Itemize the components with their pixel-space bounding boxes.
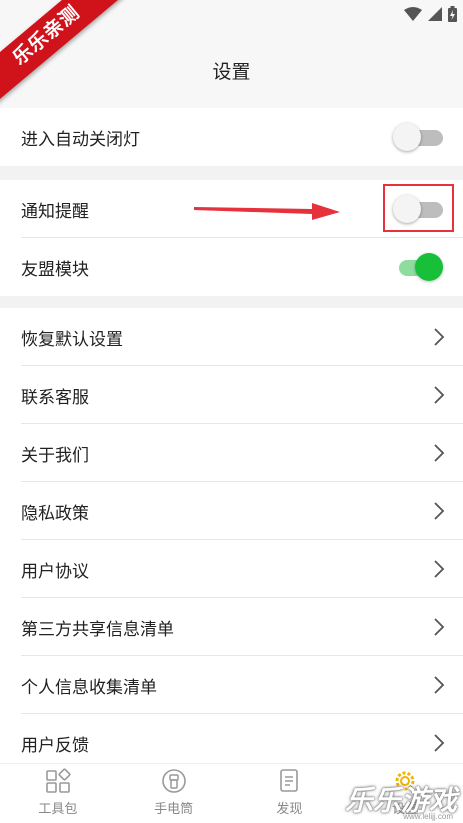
page-title: 设置 <box>212 61 251 83</box>
list-item-privacy-policy[interactable]: 隐私政策 <box>0 482 463 540</box>
signal-icon <box>428 7 442 21</box>
list-item-label: 联系客服 <box>21 387 89 407</box>
chevron-right-icon <box>434 618 445 636</box>
discover-icon <box>280 769 299 792</box>
wifi-icon <box>404 7 422 21</box>
list-item-user-agreement[interactable]: 用户协议 <box>0 540 463 598</box>
chevron-right-icon <box>434 676 445 694</box>
list-item-label: 用户反馈 <box>21 735 89 755</box>
list-item-label: 恢复默认设置 <box>21 329 123 349</box>
page-header: 设置 <box>0 32 463 108</box>
tab-flashlight[interactable]: 手电筒 <box>116 764 232 823</box>
toolkit-icon <box>46 768 71 793</box>
list-item-about-us[interactable]: 关于我们 <box>0 424 463 482</box>
watermark-url: www.lelijj.com <box>403 812 453 821</box>
list-item-restore-defaults[interactable]: 恢复默认设置 <box>0 308 463 366</box>
tab-label: 工具包 <box>38 801 78 816</box>
chevron-right-icon <box>434 328 445 346</box>
auto-off-light-toggle[interactable] <box>393 122 445 152</box>
list-item-label: 个人信息收集清单 <box>21 677 157 697</box>
flashlight-icon <box>161 769 186 793</box>
chevron-right-icon <box>434 386 445 404</box>
tab-label: 发现 <box>276 801 303 816</box>
list-item-contact-support[interactable]: 联系客服 <box>0 366 463 424</box>
setting-label: 进入自动关闭灯 <box>21 129 140 149</box>
setting-label: 友盟模块 <box>21 259 89 279</box>
annotation-arrow-icon <box>194 203 340 220</box>
chevron-right-icon <box>434 734 445 752</box>
chevron-right-icon <box>434 444 445 462</box>
tab-label: 手电筒 <box>154 801 194 816</box>
tab-toolkit[interactable]: 工具包 <box>0 764 116 823</box>
settings-group-auto: 进入自动关闭灯 <box>0 108 463 166</box>
settings-group-misc: 恢复默认设置 联系客服 关于我们 隐私政策 用户协议 第三方共享信息清单 个人信… <box>0 308 463 772</box>
battery-icon <box>448 6 457 22</box>
chevron-right-icon <box>434 560 445 578</box>
umeng-toggle[interactable] <box>393 252 445 282</box>
chevron-right-icon <box>434 502 445 520</box>
annotation-highlight-box <box>383 184 454 232</box>
list-item-label: 用户协议 <box>21 561 89 581</box>
setting-row-auto-off-light: 进入自动关闭灯 <box>0 108 463 166</box>
setting-row-umeng: 友盟模块 <box>0 238 463 296</box>
list-item-personal-info-collection[interactable]: 个人信息收集清单 <box>0 656 463 714</box>
list-item-label: 第三方共享信息清单 <box>21 619 174 639</box>
list-item-third-party-sharing[interactable]: 第三方共享信息清单 <box>0 598 463 656</box>
list-item-label: 隐私政策 <box>21 503 89 523</box>
tab-discover[interactable]: 发现 <box>232 764 348 823</box>
list-item-label: 关于我们 <box>21 445 89 465</box>
